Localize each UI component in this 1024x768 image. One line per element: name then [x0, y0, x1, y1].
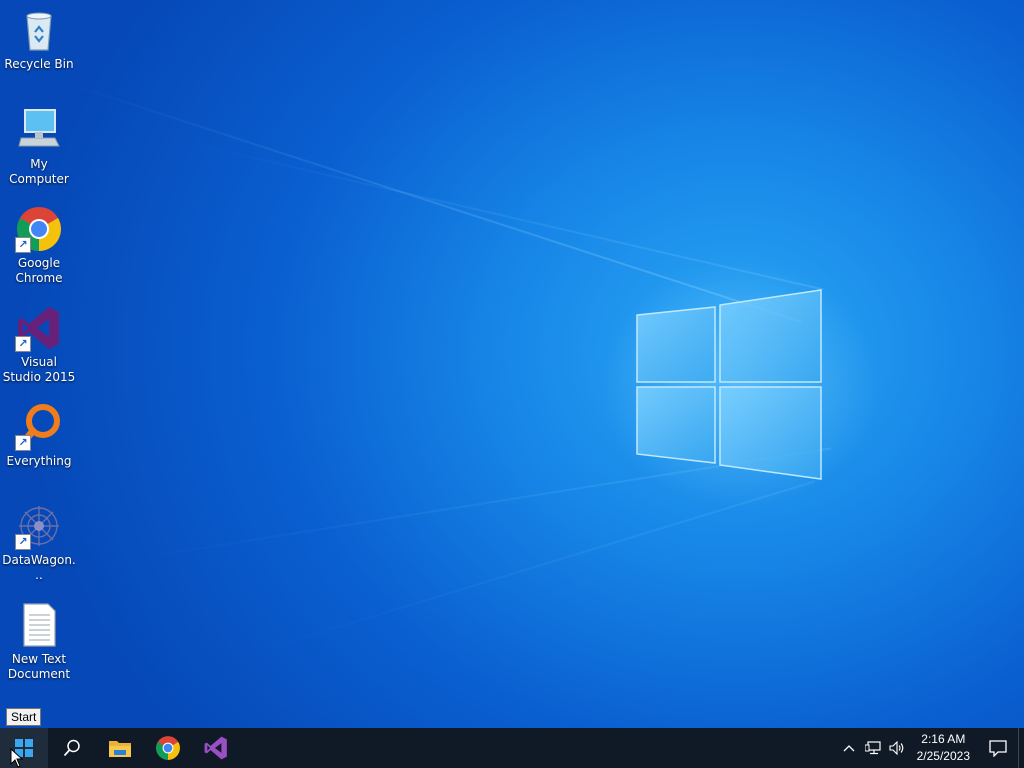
recycle-bin-label: Recycle Bin: [4, 57, 74, 71]
folder-icon: [109, 741, 131, 757]
everything-label: Everything: [6, 454, 72, 468]
clock-button[interactable]: 2:16 AM 2/25/2023: [909, 731, 978, 765]
search-button[interactable]: [48, 728, 96, 768]
visual-studio-icon: ↗: [15, 304, 63, 352]
taskbar-chrome[interactable]: [144, 728, 192, 768]
windows-wallpaper-logo: [636, 289, 822, 480]
text-document-icon: [15, 601, 63, 649]
clock-time: 2:16 AM: [921, 732, 966, 746]
action-center-icon: [989, 740, 1007, 757]
desktop-icon-datawagon[interactable]: ↗ DataWagon...: [2, 502, 76, 583]
show-hidden-icons-button[interactable]: [837, 728, 861, 768]
datawagon-icon: ↗: [15, 502, 63, 550]
volume-button[interactable]: [885, 728, 909, 768]
desktop-icon-everything[interactable]: ↗ Everything: [2, 403, 76, 469]
search-icon: [63, 739, 80, 757]
taskbar: 2:16 AM 2/25/2023: [0, 728, 1024, 768]
chevron-up-icon: [843, 745, 855, 752]
recycle-bin-icon: [15, 6, 63, 54]
start-button[interactable]: [0, 728, 48, 768]
network-button[interactable]: [861, 728, 885, 768]
visual-studio-label: Visual Studio 2015: [2, 355, 76, 384]
system-tray: 2:16 AM 2/25/2023: [837, 728, 1024, 768]
start-tooltip: Start: [6, 708, 42, 726]
chrome-icon: ↗: [15, 205, 63, 253]
shortcut-arrow-icon: ↗: [15, 534, 31, 550]
clock-date: 2/25/2023: [916, 749, 970, 763]
show-desktop-button[interactable]: [1018, 728, 1024, 768]
everything-search-icon: ↗: [15, 403, 63, 451]
shortcut-arrow-icon: ↗: [15, 336, 31, 352]
network-icon: [864, 741, 881, 755]
volume-icon: [889, 741, 903, 755]
chrome-icon: [156, 736, 180, 760]
visual-studio-icon: [204, 736, 227, 760]
datawagon-label: DataWagon...: [2, 553, 76, 582]
action-center-button[interactable]: [978, 728, 1018, 768]
computer-icon: [15, 106, 63, 154]
shortcut-arrow-icon: ↗: [15, 237, 31, 253]
desktop-icon-visual-studio[interactable]: ↗ Visual Studio 2015: [2, 304, 76, 385]
desktop-icon-new-text-document[interactable]: New Text Document: [2, 601, 76, 682]
new-text-document-label: New Text Document: [7, 652, 71, 681]
mouse-pointer-icon: [10, 748, 24, 768]
taskbar-visual-studio[interactable]: [192, 728, 240, 768]
taskbar-file-explorer[interactable]: [96, 728, 144, 768]
desktop-icon-my-computer[interactable]: My Computer: [2, 106, 76, 187]
shortcut-arrow-icon: ↗: [15, 435, 31, 451]
my-computer-label: My Computer: [9, 157, 69, 186]
google-chrome-label: Google Chrome: [15, 256, 63, 285]
desktop-icon-recycle-bin[interactable]: Recycle Bin: [2, 6, 76, 72]
desktop-icon-google-chrome[interactable]: ↗ Google Chrome: [2, 205, 76, 286]
desktop-background: Recycle Bin My Computer ↗ Google Chrome: [0, 0, 1024, 728]
